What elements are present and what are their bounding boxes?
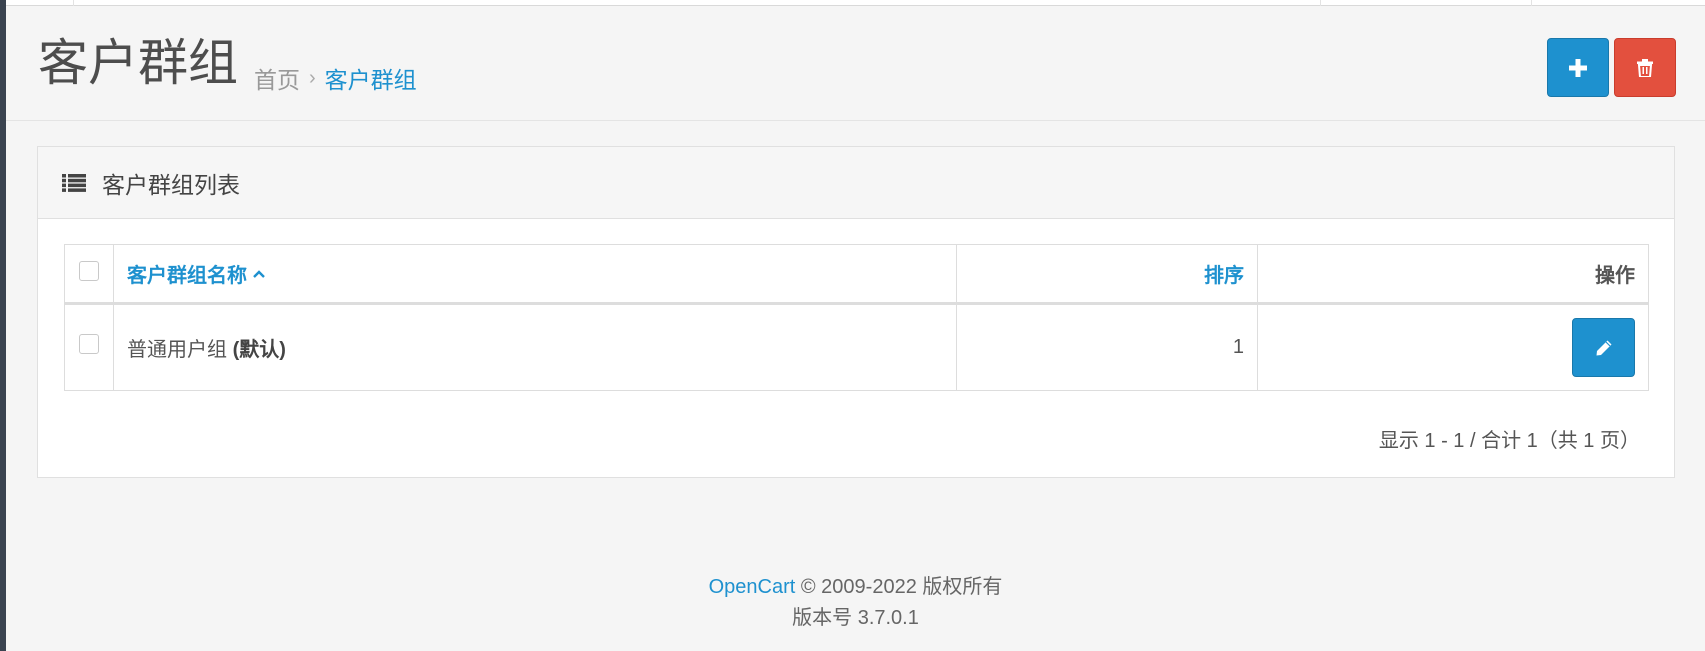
breadcrumb-home-link[interactable]: 首页 (254, 61, 300, 95)
page-header: 客户群组 首页 › 客户群组 (6, 6, 1705, 121)
footer: OpenCart © 2009-2022 版权所有 版本号 3.7.0.1 (6, 572, 1705, 634)
sort-by-order-link[interactable]: 排序 (1204, 259, 1244, 288)
add-button[interactable] (1547, 38, 1609, 97)
column-header-sort: 排序 (957, 245, 1258, 302)
version-text: 版本号 3.7.0.1 (792, 607, 919, 629)
table-header-row: 客户群组名称 排序 操作 (65, 245, 1648, 305)
panel-title: 客户群组列表 (102, 171, 240, 198)
trash-icon (1637, 58, 1653, 77)
panel-heading: 客户群组列表 (38, 147, 1674, 219)
row-sort-cell: 1 (957, 305, 1258, 390)
copyright-text: © 2009-2022 版权所有 (800, 576, 1003, 598)
row-name-cell: 普通用户组 (默认) (114, 305, 957, 390)
column-header-action: 操作 (1258, 245, 1648, 302)
select-all-checkbox[interactable] (79, 260, 99, 281)
customer-group-name: 普通用户组 (默认) (127, 333, 286, 362)
row-select-cell (65, 305, 114, 390)
edit-button[interactable] (1572, 318, 1635, 377)
breadcrumb-separator: › (309, 66, 316, 89)
pagination-summary: 显示 1 - 1 / 合计 1（共 1 页） (1378, 430, 1640, 452)
sort-by-name-link[interactable]: 客户群组名称 (127, 259, 265, 288)
table-row: 普通用户组 (默认) 1 (65, 305, 1648, 390)
column-name-label: 客户群组名称 (127, 265, 247, 287)
pencil-icon (1596, 340, 1611, 355)
opencart-link[interactable]: OpenCart (709, 576, 796, 598)
customer-group-panel: 客户群组列表 客户群组名称 排序 操作 普通用户组 (默认) 1 显示 1 - … (37, 146, 1675, 478)
caret-up-icon (253, 269, 265, 278)
column-header-name: 客户群组名称 (114, 245, 957, 302)
row-checkbox[interactable] (79, 333, 99, 354)
sort-order-value: 1 (1232, 336, 1244, 358)
select-all-cell (65, 245, 114, 302)
list-icon (62, 173, 86, 192)
page-title: 客户群组 (38, 35, 238, 91)
breadcrumb: 首页 › 客户群组 (254, 61, 417, 95)
default-tag: (默认) (232, 339, 286, 361)
footer-copyright-line: OpenCart © 2009-2022 版权所有 (6, 572, 1705, 603)
plus-icon (1569, 58, 1587, 77)
delete-button[interactable] (1614, 38, 1676, 97)
breadcrumb-current-link[interactable]: 客户群组 (325, 61, 417, 95)
customer-group-table: 客户群组名称 排序 操作 普通用户组 (默认) 1 (64, 244, 1649, 391)
column-action-label: 操作 (1595, 265, 1635, 287)
row-action-cell (1258, 305, 1648, 390)
group-name-text: 普通用户组 (127, 339, 227, 361)
